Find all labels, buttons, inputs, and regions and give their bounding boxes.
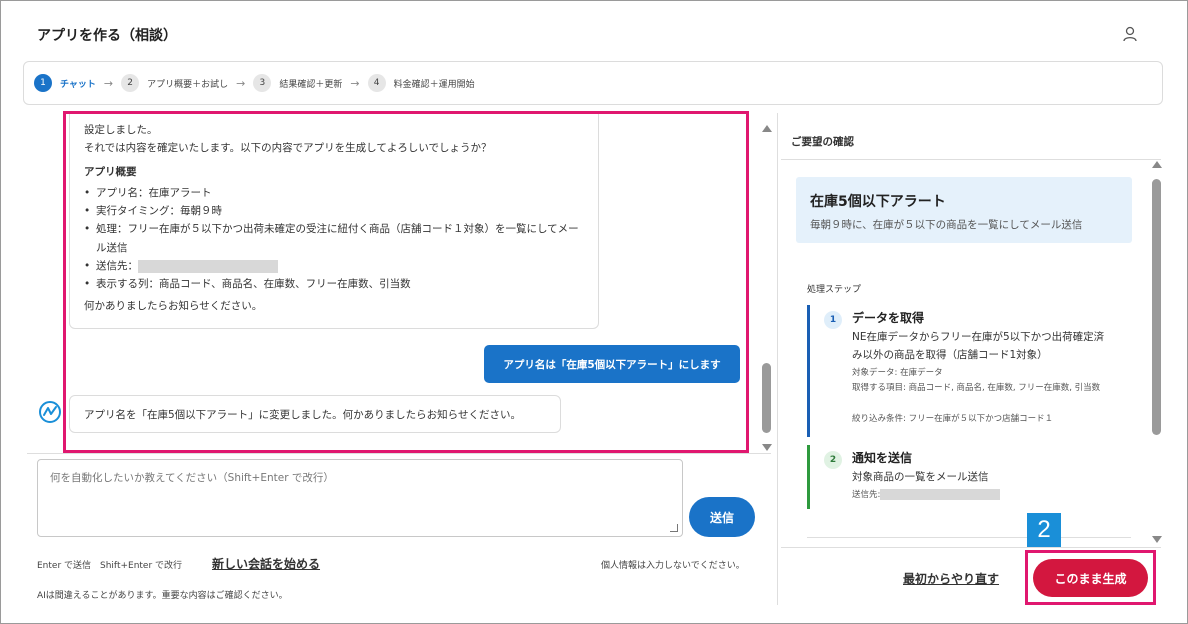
privacy-hint: 個人情報は入力しないでください。 bbox=[601, 561, 745, 571]
step-app-overview[interactable]: 2 アプリ概要＋お試し bbox=[121, 74, 228, 92]
restart-button[interactable]: 最初からやり直す bbox=[903, 570, 999, 587]
step-label: アプリ概要＋お試し bbox=[147, 79, 229, 90]
bot-avatar-icon bbox=[39, 401, 61, 423]
ai-disclaimer: AIは間違えることがあります。重要な内容はご確認ください。 bbox=[37, 591, 288, 601]
app-name: 在庫5個以下アラート bbox=[810, 194, 946, 210]
input-placeholder: 何を自動化したいか教えてください（Shift+Enter で改行） bbox=[50, 472, 334, 484]
steps-label: 処理ステップ bbox=[807, 285, 862, 295]
scroll-down-icon[interactable] bbox=[1152, 536, 1162, 543]
confirm-panel-title: ご要望の確認 bbox=[791, 136, 854, 148]
process-step: 1 データを取得 NE在庫データからフリー在庫が5以下かつ出荷確定済み以外の商品… bbox=[807, 305, 1127, 437]
recipient-label: 送信先: bbox=[852, 490, 881, 500]
new-chat-link[interactable]: 新しい会話を始める bbox=[212, 555, 320, 572]
list-item: アプリ名：在庫アラート bbox=[84, 184, 584, 203]
list-item: 実行タイミング：毎朝９時 bbox=[84, 202, 584, 221]
redacted-email bbox=[880, 489, 1001, 500]
scroll-down-icon[interactable] bbox=[762, 444, 772, 451]
step-title: 通知を送信 bbox=[852, 451, 913, 465]
chat-log: 設定しました。 それでは内容を確定いたします。以下の内容でアプリを生成してよろし… bbox=[25, 113, 755, 453]
chat-scrollbar[interactable] bbox=[761, 125, 773, 451]
app-description: 毎朝９時に、在庫が５以下の商品を一覧にしてメール送信 bbox=[810, 219, 1083, 231]
step-number: 3 bbox=[253, 74, 272, 92]
divider bbox=[781, 547, 1161, 548]
bot-message: 設定しました。 それでは内容を確定いたします。以下の内容でアプリを生成してよろし… bbox=[69, 113, 599, 329]
divider bbox=[27, 453, 771, 454]
step-description: NE在庫データからフリー在庫が5以下かつ出荷確定済み以外の商品を取得（店舗コード… bbox=[852, 331, 1105, 361]
callout-number-badge: 2 bbox=[1027, 513, 1061, 547]
step-meta: 対象データ: 在庫データ bbox=[852, 368, 943, 378]
app-summary-list: アプリ名：在庫アラート 実行タイミング：毎朝９時 処理：フリー在庫が５以下かつ出… bbox=[84, 184, 584, 295]
message-footer: 何かありましたらお知らせください。 bbox=[84, 299, 263, 312]
step-meta: 取得する項目: 商品コード, 商品名, 在庫数, フリー在庫数, 引当数 bbox=[852, 383, 1101, 393]
step-label: チャット bbox=[60, 79, 96, 90]
keyboard-hint: Enter で送信 Shift+Enter で改行 bbox=[37, 561, 183, 571]
step-number-badge: 1 bbox=[824, 311, 842, 329]
message-line: それでは内容を確定いたします。以下の内容でアプリを生成してよろしいでしょうか？ bbox=[84, 141, 492, 154]
list-item-recipient: 送信先： bbox=[84, 257, 584, 276]
message-heading: アプリ概要 bbox=[84, 165, 137, 178]
recipient-label: 送信先： bbox=[96, 260, 138, 273]
step-arrow-icon: → bbox=[236, 76, 246, 90]
step-number: 1 bbox=[34, 74, 52, 92]
step-chat[interactable]: 1 チャット bbox=[34, 74, 96, 92]
progress-stepper: 1 チャット → 2 アプリ概要＋お試し → 3 結果確認＋更新 → 4 料金確… bbox=[23, 61, 1163, 105]
step-label: 料金確認＋運用開始 bbox=[393, 79, 475, 90]
scroll-up-icon[interactable] bbox=[1152, 161, 1162, 168]
scroll-thumb[interactable] bbox=[762, 363, 771, 433]
confirm-scrollbar[interactable] bbox=[1151, 161, 1163, 543]
step-number: 4 bbox=[367, 74, 386, 92]
step-meta: 絞り込み条件: フリー在庫が５以下かつ店舗コード１ bbox=[852, 414, 1054, 424]
redacted-email bbox=[138, 259, 278, 273]
step-number-badge: 2 bbox=[824, 451, 842, 469]
bot-reply: アプリ名を「在庫5個以下アラート」に変更しました。何かありましたらお知らせくださ… bbox=[69, 395, 561, 433]
step-description: 対象商品の一覧をメール送信 bbox=[852, 471, 989, 483]
message-line: 設定しました。 bbox=[84, 124, 158, 136]
step-arrow-icon: → bbox=[350, 76, 360, 90]
panel-divider bbox=[777, 113, 778, 605]
list-item: 表示する列：商品コード、商品名、在庫数、フリー在庫数、引当数 bbox=[84, 275, 584, 294]
scroll-thumb[interactable] bbox=[1152, 179, 1161, 435]
divider bbox=[781, 159, 1161, 160]
step-meta: 送信先: bbox=[852, 489, 1112, 502]
message-input[interactable]: 何を自動化したいか教えてください（Shift+Enter で改行） bbox=[37, 459, 683, 537]
list-item: 処理：フリー在庫が５以下かつ出荷未確定の受注に紐付く商品（店舗コード１対象）を一… bbox=[84, 220, 584, 257]
step-number: 2 bbox=[121, 74, 140, 92]
scroll-up-icon[interactable] bbox=[762, 125, 772, 132]
step-pricing[interactable]: 4 料金確認＋運用開始 bbox=[367, 74, 475, 92]
send-button[interactable]: 送信 bbox=[689, 497, 755, 537]
user-message: アプリ名は「在庫5個以下アラート」にします bbox=[484, 345, 740, 383]
app-window: アプリを作る（相談） 1 チャット → 2 アプリ概要＋お試し → 3 結果確認… bbox=[0, 0, 1188, 624]
divider bbox=[807, 537, 1131, 538]
step-arrow-icon: → bbox=[103, 76, 114, 90]
process-step: 2 通知を送信 対象商品の一覧をメール送信 送信先: bbox=[807, 445, 1127, 509]
resize-handle-icon[interactable] bbox=[670, 524, 678, 532]
step-result-check[interactable]: 3 結果確認＋更新 bbox=[253, 74, 342, 92]
step-title: データを取得 bbox=[852, 311, 925, 325]
page-title: アプリを作る（相談） bbox=[37, 28, 177, 44]
app-summary-card: 在庫5個以下アラート 毎朝９時に、在庫が５以下の商品を一覧にしてメール送信 bbox=[796, 177, 1132, 243]
user-icon[interactable] bbox=[1121, 25, 1139, 43]
step-label: 結果確認＋更新 bbox=[279, 79, 343, 90]
generate-highlight-frame bbox=[1025, 550, 1156, 605]
